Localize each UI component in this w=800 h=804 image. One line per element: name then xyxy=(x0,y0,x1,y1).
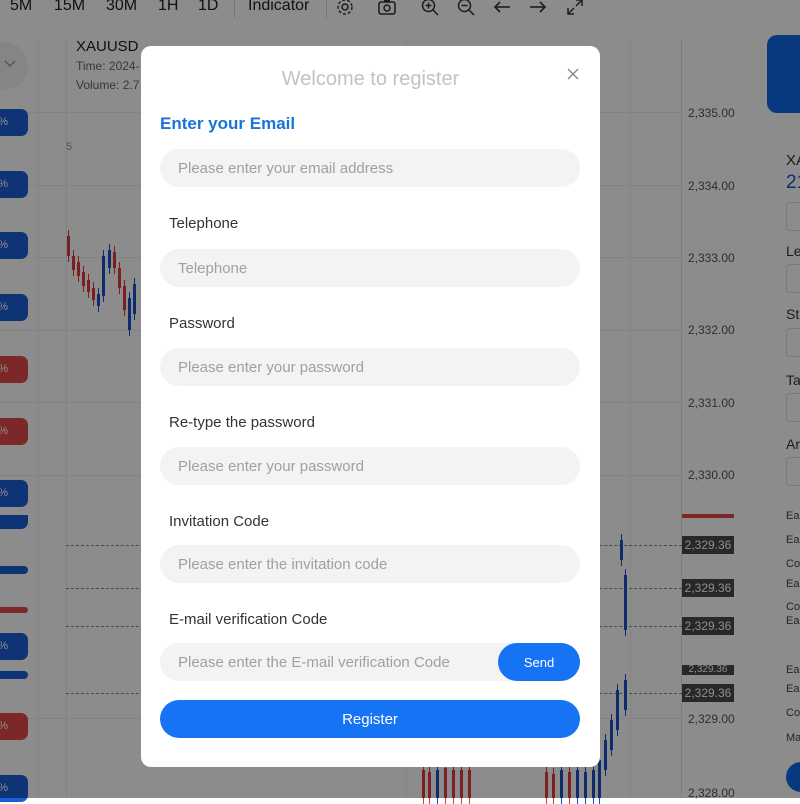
modal-title: Welcome to register xyxy=(281,68,460,90)
password-field[interactable] xyxy=(160,348,580,386)
email-field[interactable] xyxy=(160,149,580,187)
invitation-code-label: Invitation Code xyxy=(169,513,270,530)
telephone-field[interactable] xyxy=(160,249,580,287)
email-label: Enter your Email xyxy=(160,114,296,133)
register-modal: Welcome to register Enter your Email Tel… xyxy=(141,46,600,767)
password-label: Password xyxy=(169,315,235,332)
retype-password-label: Re-type the password xyxy=(169,414,315,431)
send-code-button[interactable]: Send xyxy=(498,643,580,681)
telephone-label: Telephone xyxy=(169,215,239,232)
close-icon[interactable] xyxy=(565,66,581,82)
invitation-code-field[interactable] xyxy=(160,545,580,583)
register-button[interactable]: Register xyxy=(160,700,580,738)
verification-code-label: E-mail verification Code xyxy=(169,611,328,628)
retype-password-field[interactable] xyxy=(160,447,580,485)
